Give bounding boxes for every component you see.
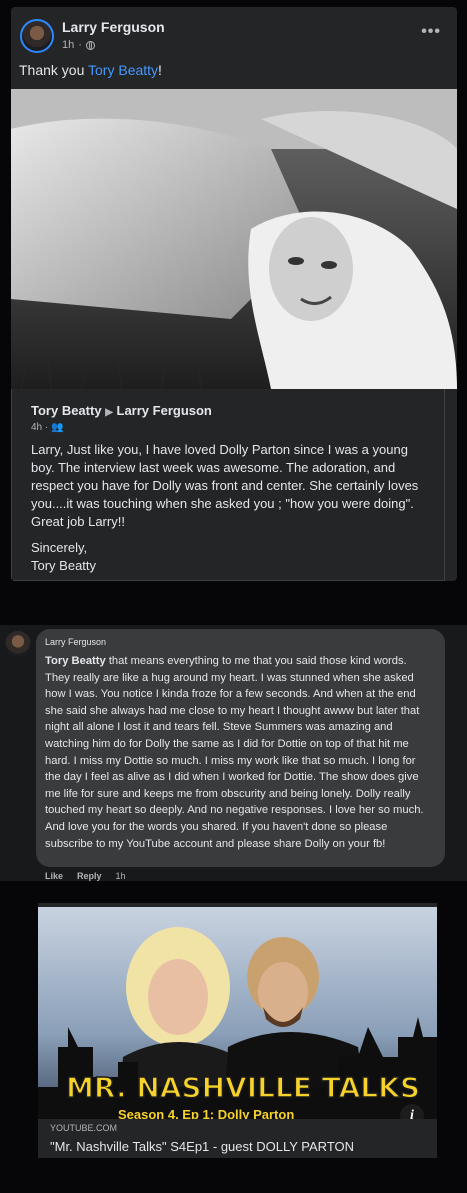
comment-actions: Like Reply 1h [45, 871, 126, 881]
shared-signature: Tory Beatty [31, 558, 97, 573]
post-card: Larry Ferguson 1h · ••• Thank you Tory B… [11, 7, 457, 581]
post-time[interactable]: 1h [62, 39, 74, 51]
shared-post-time[interactable]: 4h [31, 422, 42, 433]
shared-target-name[interactable]: Larry Ferguson [117, 403, 212, 418]
comment-text: Tory Beatty that means everything to me … [45, 655, 424, 850]
commenter-avatar[interactable] [5, 631, 31, 657]
video-thumbnail[interactable]: MR. NASHVILLE TALKS Season 4, Ep 1: Doll… [38, 907, 437, 1119]
link-domain: YOUTUBE.COM [50, 1123, 118, 1133]
shared-paragraph: Larry, Just like you, I have loved Dolly… [31, 442, 419, 529]
photo-illustration [11, 89, 457, 389]
shared-post[interactable]: Tory Beatty ▶ Larry Ferguson 4h · 👥 Larr… [11, 389, 445, 581]
post-meta: 1h · [62, 39, 95, 51]
link-title[interactable]: "Mr. Nashville Talks" S4Ep1 - guest DOLL… [50, 1139, 354, 1154]
shared-post-header: Tory Beatty ▶ Larry Ferguson [31, 403, 212, 418]
like-button[interactable]: Like [45, 871, 63, 881]
thumbnail-subtitle: Season 4, Ep 1: Dolly Parton [118, 1107, 295, 1119]
shared-post-meta: 4h · 👥 [31, 422, 64, 433]
post-author-name[interactable]: Larry Ferguson [62, 19, 165, 35]
friends-icon: 👥 [51, 422, 64, 433]
arrow-right-icon: ▶ [105, 407, 113, 418]
comment-mention-link[interactable]: Tory Beatty [45, 655, 106, 667]
comment-bubble: Larry Ferguson Tory Beatty that means ev… [36, 629, 445, 867]
shared-author-name[interactable]: Tory Beatty [31, 403, 102, 418]
comment-section: Larry Ferguson Tory Beatty that means ev… [0, 625, 467, 881]
post-photo[interactable] [11, 89, 457, 389]
more-options-icon[interactable]: ••• [421, 23, 441, 41]
author-avatar[interactable] [20, 19, 54, 53]
thumbnail-banner: MR. NASHVILLE TALKS [65, 1070, 421, 1105]
mention-link[interactable]: Tory Beatty [88, 62, 158, 78]
reply-button[interactable]: Reply [77, 871, 102, 881]
post-text: Thank you Tory Beatty! [19, 62, 162, 78]
comment-author-name[interactable]: Larry Ferguson [45, 637, 106, 647]
comment-time[interactable]: 1h [116, 871, 126, 881]
link-preview-card[interactable]: MR. NASHVILLE TALKS Season 4, Ep 1: Doll… [38, 903, 437, 1158]
public-globe-icon [85, 40, 95, 50]
shared-signoff: Sincerely, [31, 540, 88, 555]
shared-post-body: Larry, Just like you, I have loved Dolly… [31, 441, 431, 575]
